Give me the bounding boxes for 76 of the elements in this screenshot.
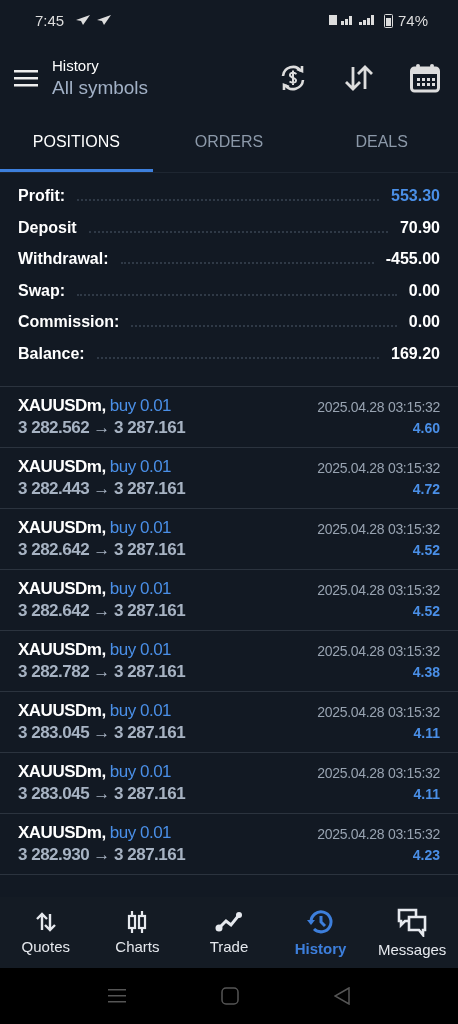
screen-title: History [52,56,100,74]
position-title: XAUUSDm, buy 0.01 [18,762,173,782]
nav-item[interactable]: Charts [91,910,184,955]
symbol-filter[interactable]: All symbols [52,76,278,99]
position-title: XAUUSDm, buy 0.01 [18,701,173,721]
tab[interactable]: DEALS [305,115,458,172]
position-time: 2025.04.28 03:15:32 [317,825,440,842]
position-row[interactable]: XAUUSDm, buy 0.01 3 282.930 → 3 287.161 2025.04.28 03:15:32 4.23 [0,814,458,875]
position-title: XAUUSDm, buy 0.01 [18,457,173,477]
position-row[interactable]: XAUUSDm, buy 0.01 3 282.642 → 3 287.161 2025.04.28 03:15:32 4.52 [0,570,458,631]
summary-value: 0.00 [408,313,440,331]
summary-label: Commission: [18,313,120,331]
position-row[interactable]: XAUUSDm, buy 0.01 3 282.642 → 3 287.161 2025.04.28 03:15:32 4.52 [0,509,458,570]
position-time: 2025.04.28 03:15:32 [317,703,440,720]
position-time: 2025.04.28 03:15:32 [317,642,440,659]
position-profit: 4.11 [413,724,440,741]
nav-item[interactable]: Trade [183,910,275,955]
position-title: XAUUSDm, buy 0.01 [18,518,173,538]
nav-item[interactable]: Messages [366,907,458,958]
position-prices: 3 282.562 → 3 287.161 [18,418,186,438]
summary-value: 553.30 [391,187,440,205]
position-time: 2025.04.28 03:15:32 [317,764,440,781]
position-profit: 4.11 [413,785,440,802]
position-profit: 4.52 [412,541,440,558]
summary-label: Deposit [18,218,77,237]
sort-icon[interactable] [344,63,374,92]
position-time: 2025.04.28 03:15:32 [317,459,440,476]
chat-icon [396,907,429,937]
position-prices: 3 283.045 → 3 287.161 [18,723,186,743]
summary-label: Profit: [18,187,66,205]
summary-value: 0.00 [408,281,440,300]
nav-item[interactable]: History [274,908,367,957]
summary-label: Swap: [18,281,66,300]
send-icon [75,14,92,26]
back-icon[interactable] [334,987,350,1005]
summary-label: Withdrawal: [18,250,109,268]
position-title: XAUUSDm, buy 0.01 [18,640,173,660]
battery-icon [383,12,393,28]
position-title: XAUUSDm, buy 0.01 [18,579,173,599]
position-profit: 4.52 [412,602,440,619]
summary-value: -455.00 [385,250,440,268]
history-icon [306,908,335,936]
battery-level: 74% [397,11,428,29]
summary-value: 70.90 [399,218,440,237]
calendar-icon[interactable] [410,62,440,93]
tab[interactable]: ORDERS [152,115,306,172]
position-prices: 3 282.930 → 3 287.161 [18,845,186,865]
position-prices: 3 282.642 → 3 287.161 [18,540,186,560]
position-profit: 4.23 [412,846,440,863]
position-time: 2025.04.28 03:15:32 [317,520,440,537]
position-row[interactable]: XAUUSDm, buy 0.01 3 282.443 → 3 287.161 2025.04.28 03:15:32 4.72 [0,448,458,509]
position-title: XAUUSDm, buy 0.01 [18,823,173,843]
position-profit: 4.72 [412,480,440,497]
position-time: 2025.04.28 03:15:32 [317,581,440,598]
position-profit: 4.60 [412,419,440,436]
position-row[interactable]: XAUUSDm, buy 0.01 3 283.045 → 3 287.161 2025.04.28 03:15:32 4.11 [0,692,458,753]
recents-icon[interactable] [108,988,126,1004]
position-prices: 3 282.782 → 3 287.161 [18,662,186,682]
menu-icon[interactable] [14,68,38,87]
position-row[interactable]: XAUUSDm, buy 0.01 3 283.045 → 3 287.161 2025.04.28 03:15:32 4.11 [0,753,458,814]
line-chart-icon [215,910,243,934]
position-title: XAUUSDm, buy 0.01 [18,396,173,416]
nav-item[interactable]: Quotes [0,910,92,955]
position-row[interactable]: XAUUSDm, buy 0.01 3 282.782 → 3 287.161 2025.04.28 03:15:32 4.38 [0,631,458,692]
position-prices: 3 283.045 → 3 287.161 [18,784,186,804]
home-icon[interactable] [221,987,239,1005]
position-time: 2025.04.28 03:15:32 [317,398,440,415]
tab[interactable]: POSITIONS [0,115,153,172]
position-row[interactable]: XAUUSDm, buy 0.01 3 282.562 → 3 287.161 2025.04.28 03:15:32 4.60 [0,387,458,448]
position-profit: 4.38 [412,663,440,680]
position-prices: 3 282.443 → 3 287.161 [18,479,186,499]
send-icon [96,14,113,26]
summary-label: Balance: [18,344,85,363]
position-prices: 3 282.642 → 3 287.161 [18,601,186,621]
summary-value: 169.20 [391,344,440,363]
status-time: 7:45 [35,11,65,29]
